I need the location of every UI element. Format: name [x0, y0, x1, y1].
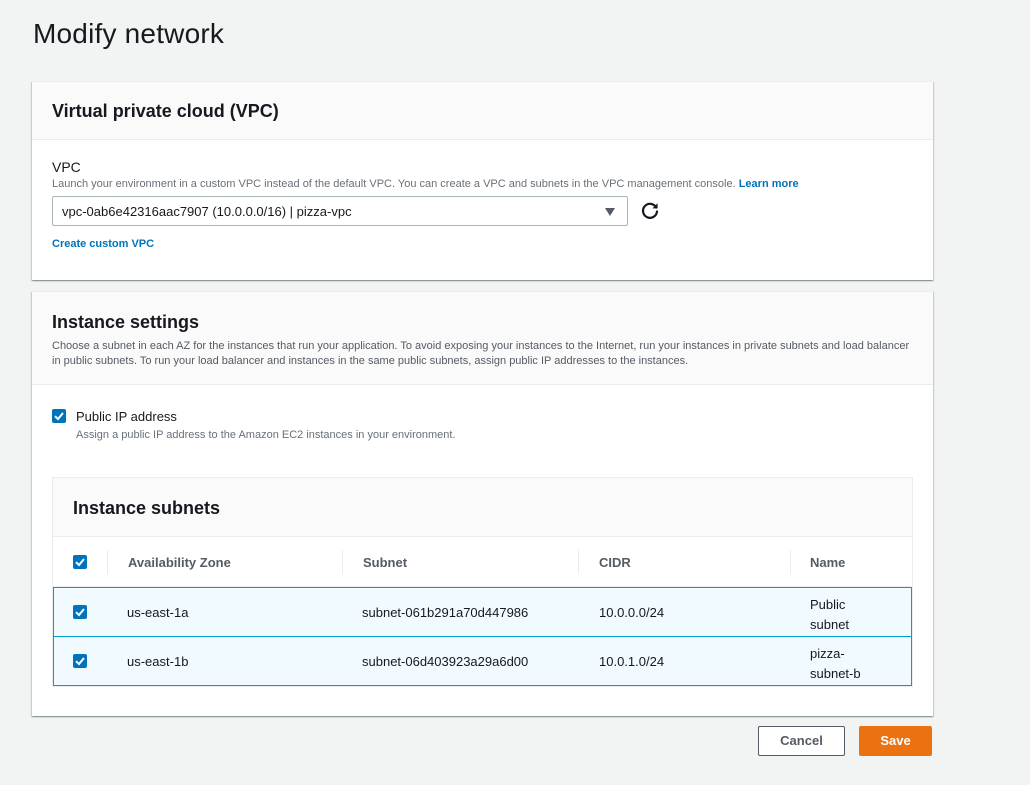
column-header-cidr[interactable]: CIDR [599, 555, 631, 570]
vpc-select-value: vpc-0ab6e42316aac7907 (10.0.0.0/16) | pi… [62, 204, 352, 219]
public-ip-label[interactable]: Public IP address [76, 409, 177, 424]
cell-cidr: 10.0.0.0/24 [599, 605, 665, 620]
vpc-field-label: VPC [52, 159, 81, 175]
vpc-select[interactable]: vpc-0ab6e42316aac7907 (10.0.0.0/16) | pi… [52, 196, 628, 226]
cell-az: us-east-1a [127, 605, 189, 620]
instance-subnets-title: Instance subnets [53, 478, 912, 537]
cell-name-line: subnet [810, 617, 850, 632]
instance-settings-title: Instance settings [52, 312, 200, 332]
instance-settings-description: Choose a subnet in each AZ for the insta… [52, 340, 910, 367]
table-header: Availability Zone Subnet CIDR Name [53, 537, 912, 587]
page-title: Modify network [33, 18, 225, 49]
cell-name-line: Public [810, 597, 846, 612]
cell-subnet: subnet-06d403923a29a6d00 [362, 654, 529, 669]
column-divider [790, 550, 791, 574]
caret-down-icon [605, 208, 615, 216]
column-divider [578, 550, 579, 574]
row-checkbox[interactable] [73, 605, 87, 619]
check-icon [54, 412, 64, 421]
vpc-description-text: Launch your environment in a custom VPC … [52, 178, 736, 190]
learn-more-link[interactable]: Learn more [739, 178, 799, 190]
check-icon [75, 558, 85, 567]
select-all-checkbox[interactable] [73, 555, 87, 569]
instance-settings-header: Instance settings Choose a subnet in eac… [32, 292, 933, 385]
check-icon [75, 608, 85, 617]
vpc-panel-title: Virtual private cloud (VPC) [52, 101, 279, 121]
save-button[interactable]: Save [859, 726, 932, 756]
vpc-panel: Virtual private cloud (VPC) VPC Launch y… [32, 81, 933, 280]
vpc-field-description: Launch your environment in a custom VPC … [52, 178, 799, 190]
column-header-subnet[interactable]: Subnet [363, 555, 407, 570]
column-divider [107, 550, 108, 574]
check-icon [75, 657, 85, 666]
cell-cidr: 10.0.1.0/24 [599, 654, 665, 669]
cell-name-line: subnet-b [810, 666, 861, 681]
table-row[interactable]: us-east-1a subnet-061b291a70d447986 10.0… [53, 587, 912, 637]
cell-az: us-east-1b [127, 654, 189, 669]
instance-subnets-table: Instance subnets Availability Zone Subne… [52, 477, 913, 687]
create-custom-vpc-link[interactable]: Create custom VPC [52, 238, 154, 250]
cell-name: pizza- subnet-b [810, 644, 861, 684]
public-ip-description: Assign a public IP address to the Amazon… [76, 429, 456, 441]
cell-name: Public subnet [810, 595, 849, 635]
vpc-panel-header: Virtual private cloud (VPC) [32, 82, 933, 140]
table-row[interactable]: us-east-1b subnet-06d403923a29a6d00 10.0… [53, 636, 912, 686]
row-checkbox[interactable] [73, 654, 87, 668]
cell-subnet: subnet-061b291a70d447986 [362, 605, 529, 620]
subnets-table: Availability Zone Subnet CIDR Name us-ea… [53, 537, 912, 686]
refresh-icon[interactable] [638, 199, 662, 223]
instance-settings-panel: Instance settings Choose a subnet in eac… [32, 291, 933, 716]
column-header-az[interactable]: Availability Zone [128, 555, 231, 570]
column-header-name[interactable]: Name [810, 555, 845, 570]
column-divider [342, 550, 343, 574]
cell-name-line: pizza- [810, 646, 845, 661]
cancel-button[interactable]: Cancel [758, 726, 845, 756]
public-ip-checkbox[interactable] [52, 409, 66, 423]
